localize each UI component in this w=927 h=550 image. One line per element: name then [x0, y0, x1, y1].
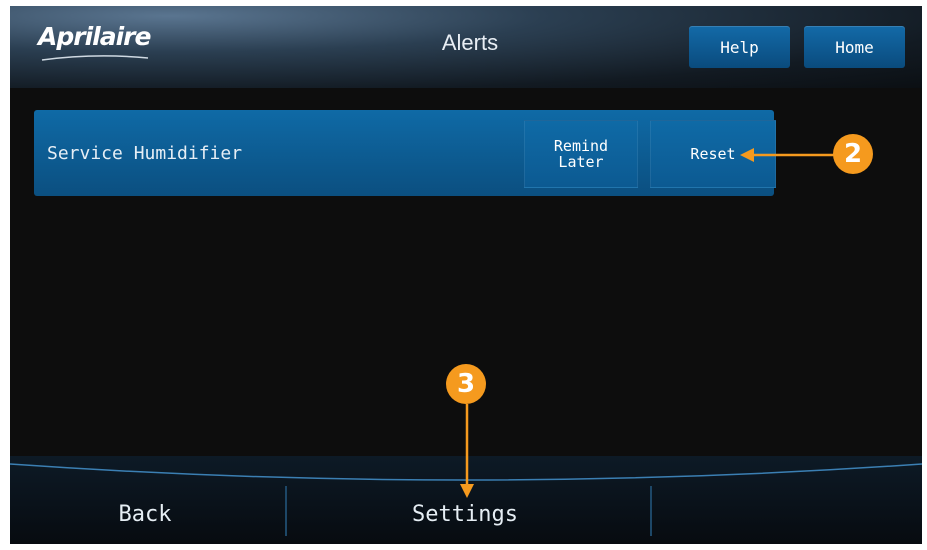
aprilaire-logo: Aprilaire: [38, 22, 151, 51]
annotation-badge-2: 2: [833, 134, 873, 174]
help-button[interactable]: Help: [689, 26, 790, 68]
back-button[interactable]: Back: [70, 502, 220, 527]
alert-row: Service Humidifier Remind Later Reset: [34, 110, 776, 196]
page-title: Alerts: [441, 30, 499, 55]
annotation-badge-3: 3: [446, 364, 486, 404]
header-bar: Aprilaire Alerts Help Home: [10, 6, 922, 88]
alert-label: Service Humidifier: [47, 143, 243, 164]
home-button[interactable]: Home: [804, 26, 905, 68]
remind-later-button[interactable]: Remind Later: [524, 120, 638, 188]
remind-later-label: Remind Later: [553, 137, 609, 171]
footer-divider: [650, 486, 652, 536]
annotation-arrow-3: [460, 404, 474, 498]
logo-swoosh-icon: [41, 55, 149, 61]
footer-divider: [285, 486, 287, 536]
settings-button[interactable]: Settings: [380, 502, 550, 527]
annotation-arrow-2: [740, 148, 844, 162]
